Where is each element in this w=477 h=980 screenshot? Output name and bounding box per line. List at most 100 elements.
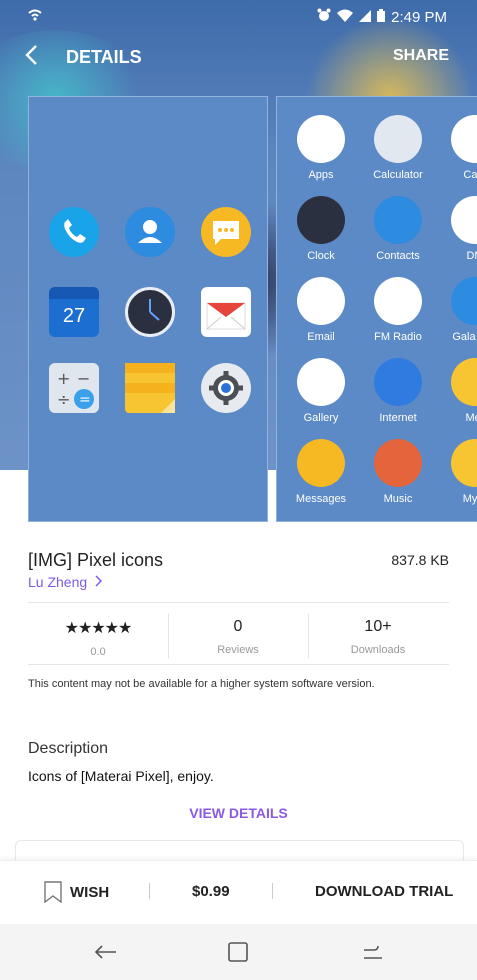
signal-icon	[359, 9, 372, 26]
svg-text:=: =	[79, 392, 91, 408]
app-grid-item: Clock	[281, 196, 361, 262]
calendar-app-icon: 27	[49, 287, 99, 337]
rating-stars: ★★★★★	[64, 620, 133, 637]
app-label: DM	[466, 250, 477, 262]
rating-value: 0.0	[90, 646, 106, 658]
app-label: Messages	[295, 493, 347, 505]
author-name: Lu Zheng	[28, 574, 88, 590]
app-label: Internet	[379, 412, 417, 424]
app-icon	[451, 196, 477, 244]
downloads-stat: 10+ Downloads	[308, 618, 448, 656]
app-title: [IMG] Pixel icons	[28, 550, 164, 570]
nav-home-button[interactable]	[218, 934, 258, 970]
app-grid-item: Gallery	[281, 358, 361, 424]
wish-label: WISH	[70, 883, 110, 901]
reviews-count: 0	[233, 618, 243, 635]
app-label: Clock	[307, 250, 335, 262]
app-icon	[374, 358, 422, 406]
bottom-action-bar: WISH $0.99 DOWNLOAD TRIAL	[0, 860, 477, 925]
app-grid-item: My F	[435, 439, 477, 505]
app-grid-item: Messages	[281, 439, 361, 505]
app-icon	[297, 196, 345, 244]
buy-button[interactable]: $0.99	[192, 883, 230, 900]
app-icon	[374, 115, 422, 163]
email-app-icon	[201, 287, 251, 337]
app-label: Email	[307, 331, 335, 343]
svg-text:+: +	[57, 369, 70, 388]
divider	[149, 883, 150, 899]
app-grid-item: Mer	[435, 358, 477, 424]
file-size: 837.8 KB	[391, 552, 449, 568]
messages-app-icon	[201, 207, 251, 257]
contacts-app-icon	[125, 207, 175, 257]
app-grid-item: FM Radio	[358, 277, 438, 343]
calculator-app-icon: + − ÷ =	[49, 363, 99, 413]
svg-text:÷: ÷	[57, 390, 70, 409]
compatibility-warning: This content may not be available for a …	[28, 678, 375, 690]
alarm-icon	[317, 8, 331, 26]
download-trial-button[interactable]: DOWNLOAD TRIAL	[315, 883, 453, 900]
app-bar: DETAILS SHARE	[0, 36, 477, 80]
divider	[28, 602, 449, 603]
app-grid-item: Gala App	[435, 277, 477, 343]
chevron-left-icon	[25, 45, 37, 65]
app-grid-item: DM	[435, 196, 477, 262]
chevron-right-icon	[91, 574, 103, 590]
app-label: Cam	[463, 169, 477, 181]
share-button[interactable]: SHARE	[393, 47, 449, 65]
app-icon	[451, 277, 477, 325]
app-icon	[374, 277, 422, 325]
status-time: 2:49 PM	[391, 8, 447, 26]
reviews-label: Reviews	[217, 644, 259, 656]
app-label: Gala App	[452, 331, 477, 343]
description-text: Icons of [Materai Pixel], enjoy.	[28, 768, 214, 784]
app-grid-item: Internet	[358, 358, 438, 424]
app-icon	[451, 439, 477, 487]
app-grid-item: Cam	[435, 115, 477, 181]
system-nav-bar	[0, 924, 477, 980]
wifi-icon	[337, 9, 354, 26]
nav-recents-button[interactable]	[352, 934, 392, 970]
bookmark-icon	[44, 881, 62, 903]
memo-app-icon	[125, 363, 175, 413]
app-grid-item: Email	[281, 277, 361, 343]
reviews-stat[interactable]: 0 Reviews	[168, 618, 308, 656]
app-icon	[297, 115, 345, 163]
author-link[interactable]: Lu Zheng	[28, 574, 103, 590]
downloads-count: 10+	[364, 618, 392, 635]
downloads-label: Downloads	[350, 644, 406, 656]
nav-back-button[interactable]	[86, 934, 126, 970]
preview-screenshot-2[interactable]: Apps Calculator Cam Clock Contacts DM Email FM …	[276, 96, 477, 522]
app-label: Gallery	[303, 412, 339, 424]
app-icon	[297, 358, 345, 406]
svg-text:−: −	[77, 369, 90, 388]
app-grid-item: Contacts	[358, 196, 438, 262]
page-title: DETAILS	[66, 47, 142, 67]
app-icon	[451, 115, 477, 163]
app-icon	[374, 439, 422, 487]
app-label: My F	[462, 493, 477, 505]
app-icon	[297, 277, 345, 325]
back-button[interactable]	[24, 44, 38, 73]
app-label: Music	[383, 493, 413, 505]
recents-icon	[364, 945, 382, 959]
status-bar: 2:49 PM	[0, 0, 477, 34]
settings-app-icon	[201, 363, 251, 413]
battery-icon	[377, 8, 386, 26]
app-grid-item: Music	[358, 439, 438, 505]
app-label: Apps	[308, 169, 334, 181]
wifi-calling-icon	[28, 8, 42, 26]
app-icon	[451, 358, 477, 406]
app-icon	[297, 439, 345, 487]
app-label: Calculator	[373, 169, 423, 181]
app-grid-item: Apps	[281, 115, 361, 181]
app-label: Contacts	[376, 250, 420, 262]
preview-screenshot-1[interactable]: 27 + − ÷ =	[28, 96, 268, 522]
home-square-icon	[228, 942, 248, 962]
rating-stat: ★★★★★ 0.0	[28, 618, 168, 658]
wish-button[interactable]: WISH	[44, 881, 109, 903]
divider	[28, 664, 449, 665]
view-details-button[interactable]: VIEW DETAILS	[0, 805, 477, 821]
back-arrow-icon	[94, 945, 116, 959]
app-label: FM Radio	[374, 331, 422, 343]
